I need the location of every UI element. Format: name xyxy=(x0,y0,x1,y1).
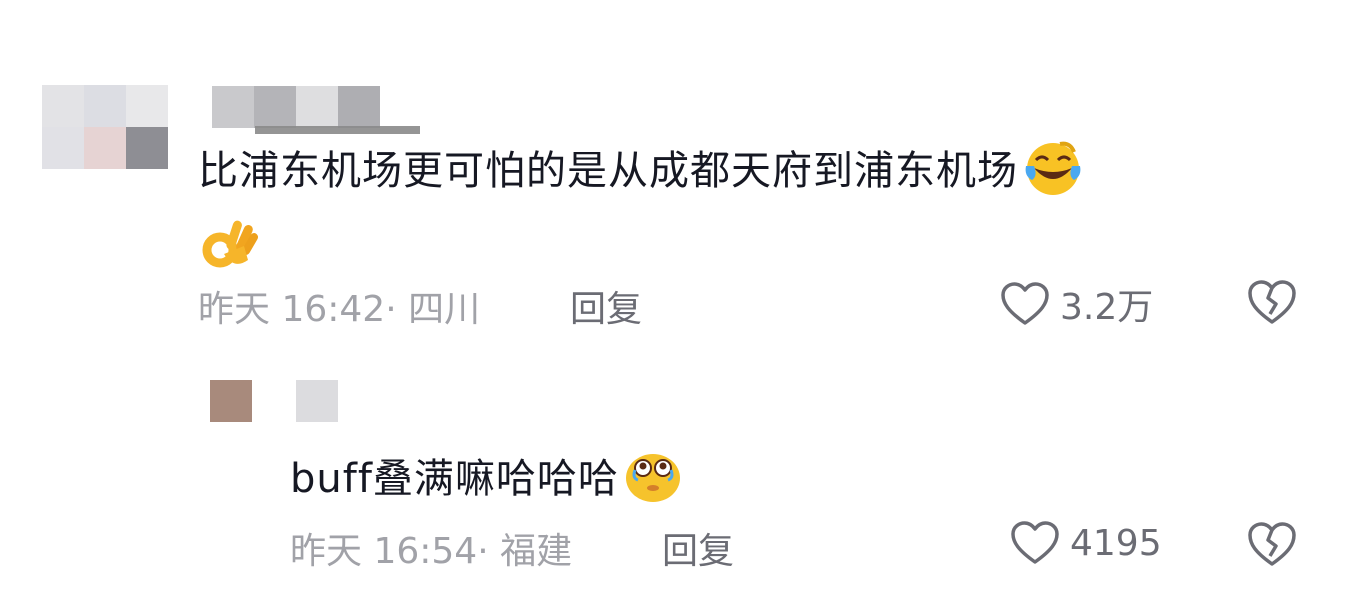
like-button[interactable]: 4195 xyxy=(1010,520,1162,566)
comment-thread: 比浦东机场更可怕的是从成都天府到浦东机场 昨天 16:42· 四川 回复 3.2… xyxy=(0,0,1352,600)
heart-icon xyxy=(1011,521,1059,564)
dislike-button[interactable] xyxy=(1246,278,1298,330)
laughing-tears-emoji-icon xyxy=(1022,138,1084,208)
comment-timestamp-location: 昨天 16:42· 四川 xyxy=(198,289,481,330)
reply-button[interactable]: 回复 xyxy=(662,522,734,574)
username-censored-strip xyxy=(255,126,420,134)
reply-comment-text: buff叠满嘛哈哈哈 xyxy=(290,446,683,514)
username-censored[interactable] xyxy=(212,86,380,128)
reply-timestamp-location: 昨天 16:54· 福建 xyxy=(290,531,573,572)
like-count: 3.2万 xyxy=(1060,287,1154,328)
reply-comment-body: buff叠满嘛哈哈哈 xyxy=(290,456,619,502)
reply-button[interactable]: 回复 xyxy=(570,280,642,332)
broken-heart-icon xyxy=(1248,522,1296,566)
avatar[interactable] xyxy=(42,85,168,169)
tearful-face-emoji-icon xyxy=(623,448,683,514)
reply-avatar[interactable] xyxy=(210,380,252,422)
like-count: 4195 xyxy=(1070,522,1162,564)
dislike-button[interactable] xyxy=(1246,520,1298,572)
comment-text: 比浦东机场更可怕的是从成都天府到浦东机场 xyxy=(198,138,1084,286)
reply-username-censored[interactable] xyxy=(296,380,338,422)
heart-icon xyxy=(1001,282,1049,325)
like-button[interactable]: 3.2万 xyxy=(1000,278,1153,330)
ok-hand-emoji-icon xyxy=(198,214,260,286)
broken-heart-icon xyxy=(1248,280,1296,324)
comment-body: 比浦东机场更可怕的是从成都天府到浦东机场 xyxy=(198,148,1018,194)
